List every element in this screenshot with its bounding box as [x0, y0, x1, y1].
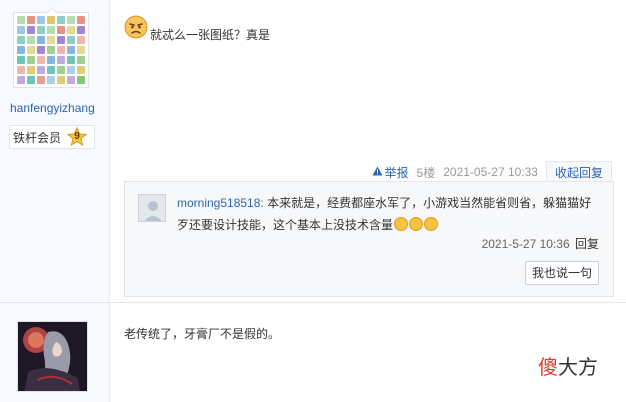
say-something-button[interactable]: 我也说一句 — [525, 261, 599, 285]
avatar-tile — [57, 46, 65, 54]
avatar-tile — [27, 76, 35, 84]
reply-user-avatar[interactable] — [138, 194, 166, 222]
avatar-tile — [37, 26, 45, 34]
avatar-tile — [27, 66, 35, 74]
watermark-highlight: 傻 — [538, 357, 558, 379]
avatar-tile — [27, 26, 35, 34]
avatar-tile — [77, 26, 85, 34]
post-meta-bar: 举报 5楼 2021-05-27 10:33 收起回复 — [372, 161, 612, 183]
avatar-tile — [77, 16, 85, 24]
member-badge[interactable]: 铁杆会员 9 — [9, 125, 95, 149]
avatar-tile — [37, 36, 45, 44]
avatar-tile — [37, 76, 45, 84]
avatar-tile — [37, 56, 45, 64]
avatar-tile — [37, 66, 45, 74]
avatar-tile — [27, 16, 35, 24]
avatar-image — [17, 16, 85, 84]
avatar-tile — [47, 46, 55, 54]
avatar-tile — [47, 66, 55, 74]
avatar-tile — [27, 56, 35, 64]
avatar-tile — [17, 16, 25, 24]
reply-item: morning518518: 本来就是，经费都座水军了，小游戏当然能省则省，躲猫… — [177, 192, 597, 236]
avatar-tile — [67, 66, 75, 74]
avatar-tile — [77, 56, 85, 64]
reply-datetime: 2021-5-27 10:36 — [481, 237, 570, 251]
avatar-tile — [17, 36, 25, 44]
reply-link[interactable]: 回复 — [575, 237, 599, 251]
avatar-tile — [17, 46, 25, 54]
avatar-tile — [67, 76, 75, 84]
reply-box: morning518518: 本来就是，经费都座水军了，小游戏当然能省则省，躲猫… — [124, 181, 614, 297]
avatar-tile — [37, 46, 45, 54]
avatar-tile — [47, 76, 55, 84]
post-author-name[interactable]: hanfengyizhang — [10, 101, 100, 115]
post-divider — [0, 302, 626, 303]
report-label: 举报 — [384, 165, 409, 180]
laughing-face-emoji-icon — [409, 217, 424, 231]
warning-triangle-icon — [372, 165, 385, 179]
avatar-tile — [37, 16, 45, 24]
avatar-tile — [57, 16, 65, 24]
laughing-face-emoji-icon — [394, 217, 409, 231]
avatar-tile — [57, 36, 65, 44]
report-link[interactable]: 举报 — [372, 164, 409, 181]
avatar-tile — [47, 26, 55, 34]
avatar-tile — [67, 46, 75, 54]
collapse-replies-button[interactable]: 收起回复 — [545, 161, 612, 183]
avatar-tile — [77, 66, 85, 74]
floor-number: 5楼 — [416, 165, 436, 180]
member-label: 铁杆会员 — [13, 130, 62, 145]
avatar-tile — [17, 76, 25, 84]
avatar-tile — [57, 66, 65, 74]
avatar-tile — [17, 56, 25, 64]
avatar-tile — [17, 66, 25, 74]
laughing-face-emoji-icon — [424, 217, 439, 231]
post-content-2: 老传统了，牙膏厂不是假的。 — [124, 327, 281, 341]
avatar-tile — [47, 16, 55, 24]
avatar-tile — [27, 46, 35, 54]
reply-username[interactable]: morning518518: — [177, 196, 264, 210]
avatar-tile — [57, 26, 65, 34]
avatar-tile — [77, 76, 85, 84]
star-level-badge-icon: 9 — [67, 127, 88, 147]
avatar-tile — [17, 26, 25, 34]
avatar-tile — [67, 36, 75, 44]
user-avatar[interactable] — [13, 7, 89, 88]
user-avatar-2[interactable] — [17, 321, 88, 392]
avatar-tile — [57, 56, 65, 64]
post-content: 就忒么一张图纸？真是 — [150, 28, 271, 42]
site-watermark: 傻大方 — [538, 351, 598, 380]
avatar-tile — [67, 56, 75, 64]
avatar-tile — [57, 76, 65, 84]
reply-meta: 2021-5-27 10:36 回复 — [482, 235, 599, 252]
annoyed-face-emoji-icon — [124, 15, 148, 39]
watermark-text: 大方 — [558, 357, 598, 379]
member-level: 9 — [74, 131, 80, 142]
avatar-tile — [77, 36, 85, 44]
avatar-tile — [47, 56, 55, 64]
avatar-tile — [67, 26, 75, 34]
post-datetime: 2021-05-27 10:33 — [443, 165, 538, 179]
avatar-tile — [67, 16, 75, 24]
avatar-tile — [27, 36, 35, 44]
avatar-tile — [47, 36, 55, 44]
avatar-tile — [77, 46, 85, 54]
